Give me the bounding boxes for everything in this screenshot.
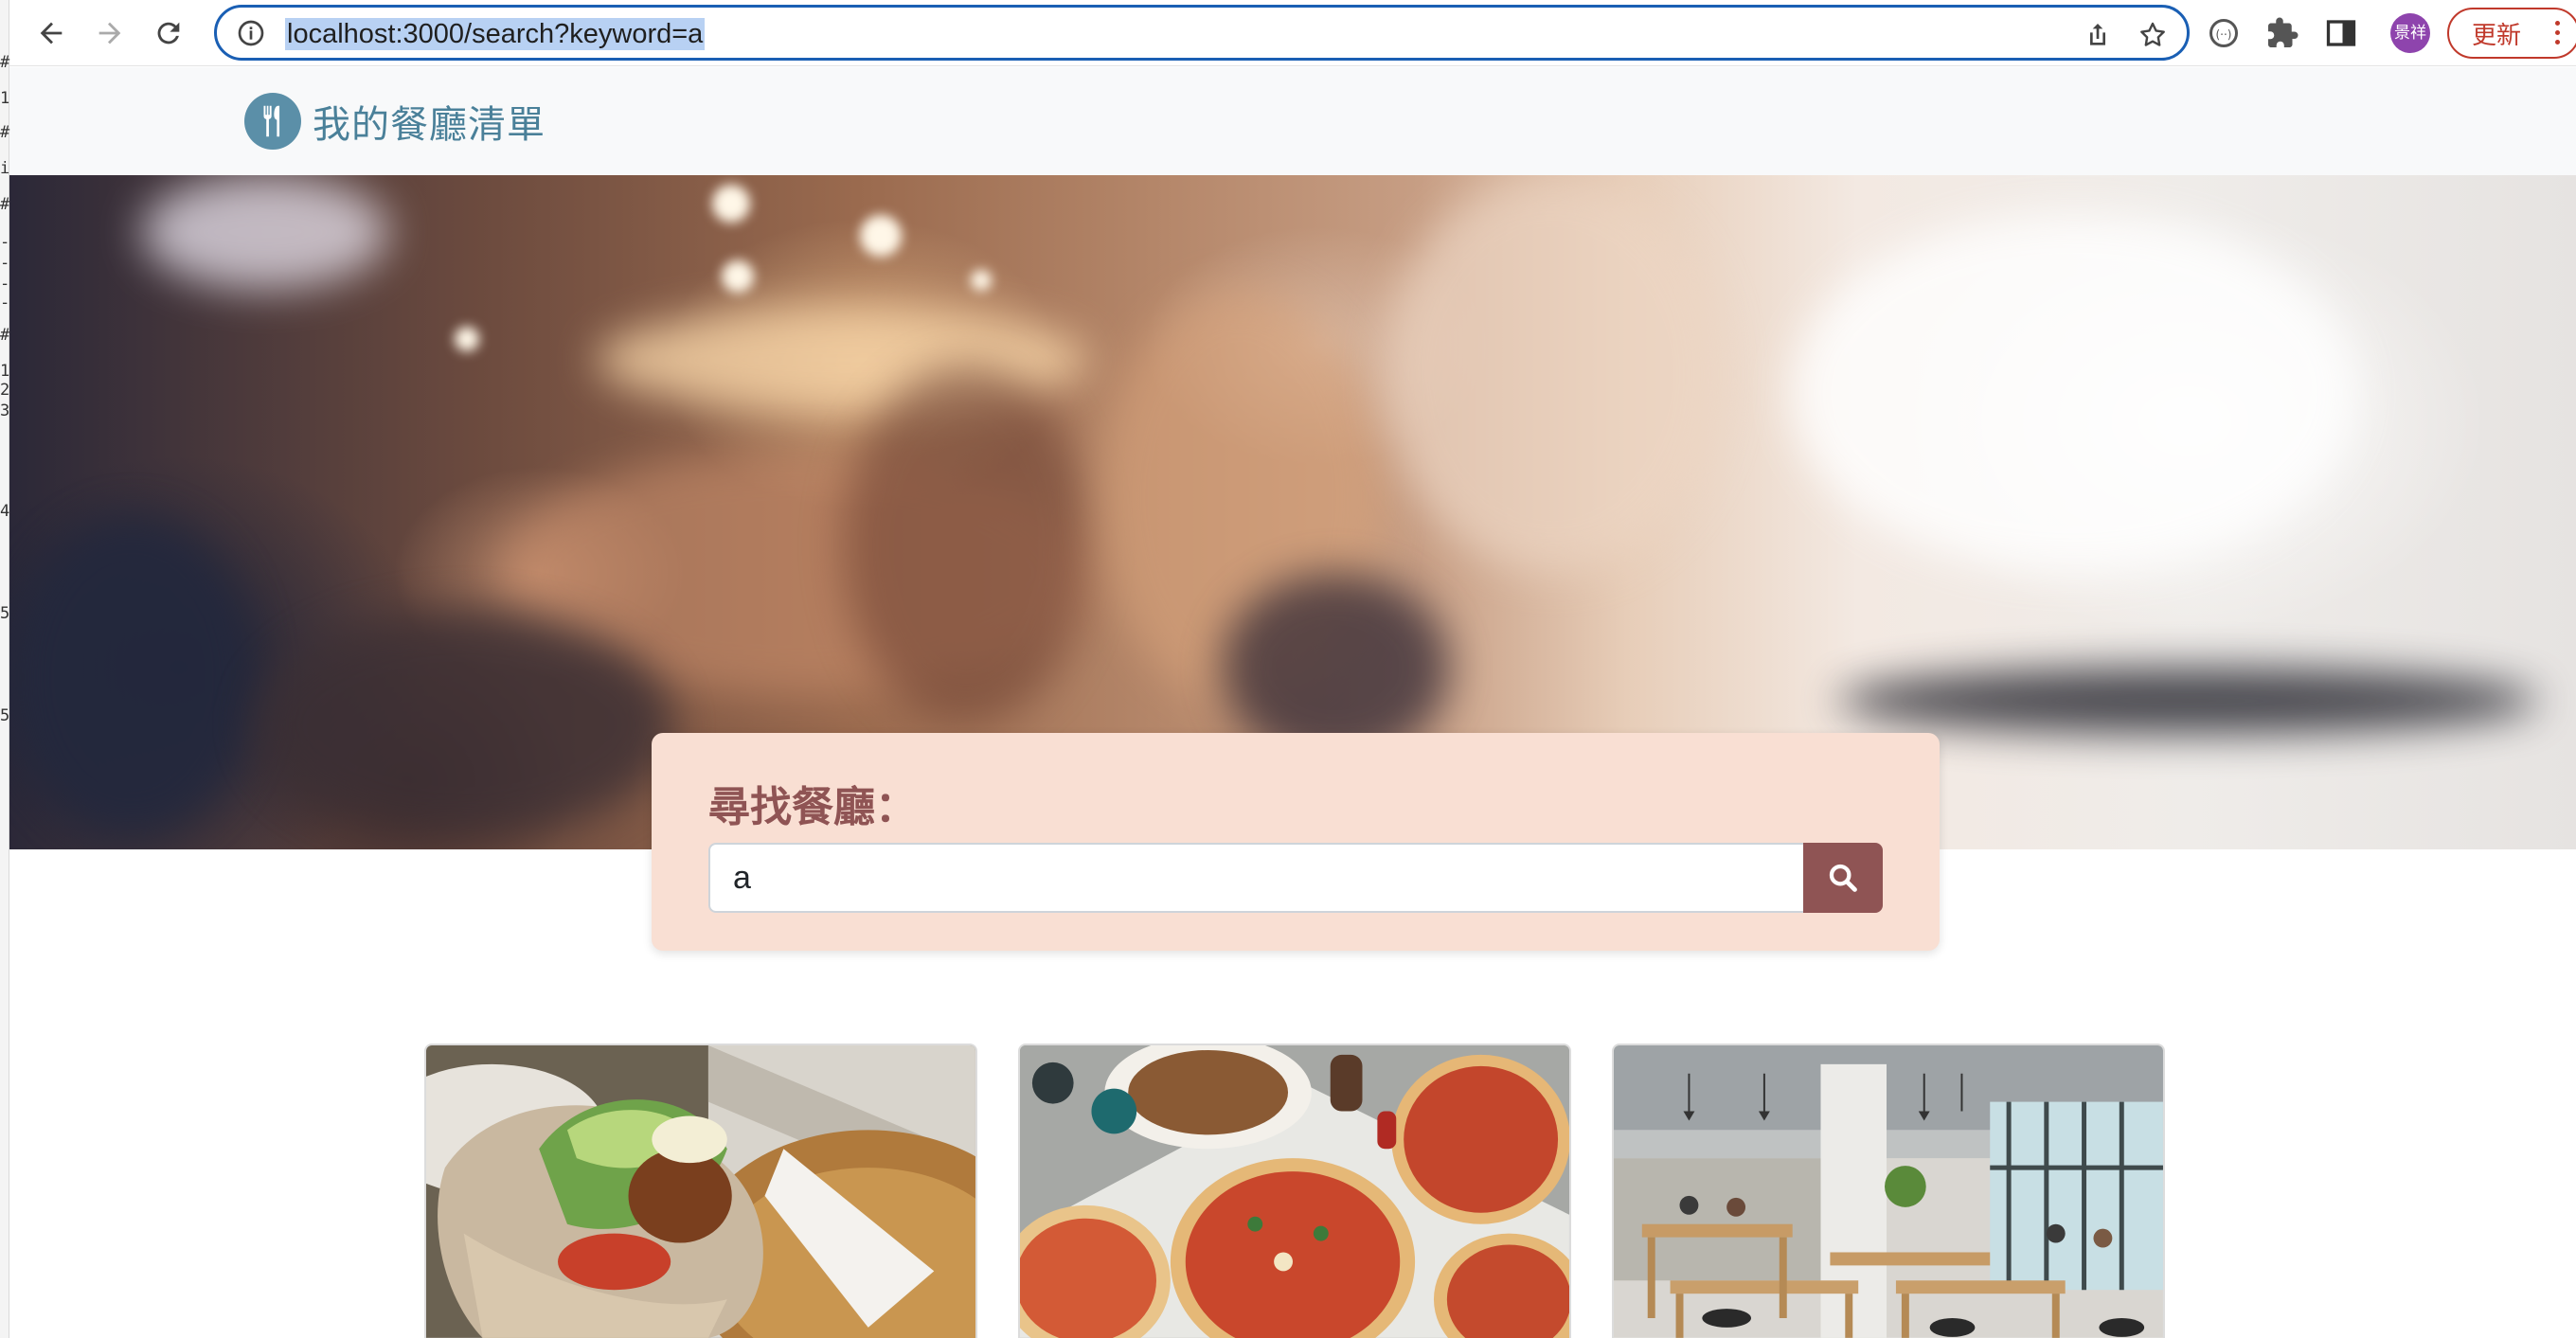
search-icon bbox=[1829, 864, 1857, 892]
reload-icon bbox=[157, 22, 180, 45]
restaurant-card[interactable] bbox=[1018, 1044, 1571, 1338]
site-navbar: 我的餐廳清單 bbox=[9, 67, 2576, 175]
restaurant-card[interactable] bbox=[1612, 1044, 2165, 1338]
extension-tracker-icon[interactable]: (··) bbox=[2207, 16, 2241, 50]
url-text[interactable]: localhost:3000/search?keyword=a bbox=[285, 18, 706, 50]
restaurant-image-pizza-table bbox=[1020, 1045, 1569, 1338]
reload-button[interactable] bbox=[148, 12, 189, 54]
search-title: 尋找餐廳： bbox=[708, 783, 917, 831]
back-button[interactable] bbox=[30, 12, 72, 54]
address-bar[interactable]: localhost:3000/search?keyword=a bbox=[214, 5, 2190, 61]
browser-toolbar: localhost:3000/search?keyword=a (··) 景祥 … bbox=[9, 0, 2576, 66]
restaurant-image-cafe-interior bbox=[1614, 1045, 2163, 1338]
arrow-right-icon bbox=[98, 22, 121, 45]
extensions-puzzle-icon[interactable] bbox=[2265, 16, 2299, 50]
update-label: 更新 bbox=[2472, 21, 2522, 50]
search-card: 尋找餐廳： bbox=[652, 733, 1940, 951]
search-input[interactable] bbox=[708, 843, 1803, 913]
brand-title: 我的餐廳清單 bbox=[313, 103, 546, 147]
update-button[interactable]: 更新 bbox=[2447, 8, 2576, 59]
share-icon[interactable] bbox=[2083, 20, 2113, 50]
more-menu-icon[interactable] bbox=[2555, 21, 2561, 45]
bookmark-star-icon[interactable] bbox=[2138, 20, 2168, 50]
brand-link[interactable]: 我的餐廳清單 bbox=[244, 92, 546, 151]
search-button[interactable] bbox=[1803, 843, 1883, 913]
background-window-edge: # 1 # i # - - - - # 1 2 3 4 5 5 bbox=[0, 0, 9, 1338]
arrow-left-icon bbox=[40, 22, 63, 45]
svg-text:(··): (··) bbox=[2216, 27, 2232, 41]
site-info-icon[interactable] bbox=[236, 18, 266, 48]
side-panel-icon[interactable] bbox=[2324, 16, 2358, 50]
restaurant-card[interactable] bbox=[424, 1044, 977, 1338]
utensils-icon bbox=[244, 93, 301, 150]
restaurant-image-pita-sandwich bbox=[426, 1045, 975, 1338]
forward-button[interactable] bbox=[89, 12, 131, 54]
profile-avatar[interactable]: 景祥 bbox=[2390, 13, 2430, 53]
